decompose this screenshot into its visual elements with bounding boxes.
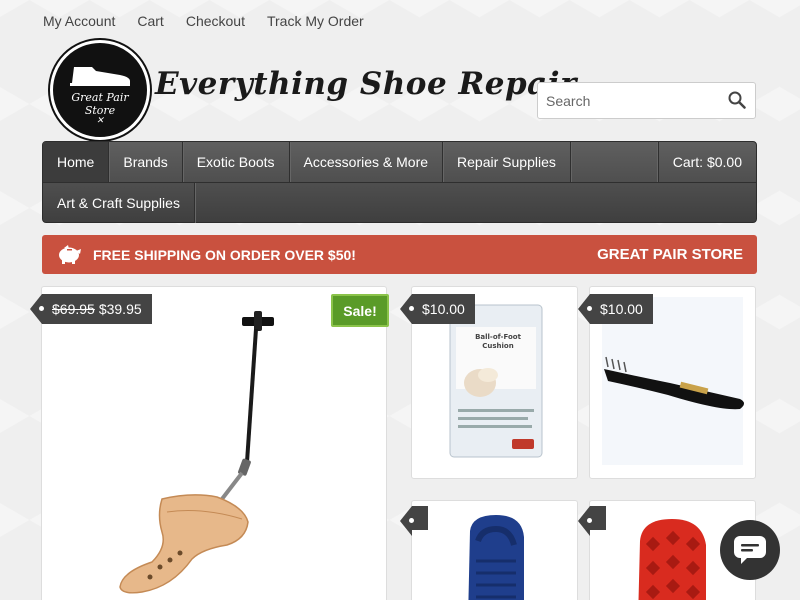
price-tag-product-4: [400, 506, 428, 536]
logo-text: Great Pair Store ✕: [71, 90, 129, 126]
nav-brands[interactable]: Brands: [109, 142, 183, 182]
sale-price: $39.95: [98, 301, 142, 317]
sale-badge: Sale!: [331, 294, 389, 327]
top-nav: My Account Cart Checkout Track My Order: [43, 13, 364, 29]
search-icon[interactable]: [728, 91, 746, 109]
site-title[interactable]: Everything Shoe Repair: [155, 66, 577, 102]
store-logo[interactable]: Great Pair Store ✕: [50, 40, 150, 140]
svg-text:Cushion: Cushion: [482, 342, 513, 350]
free-shipping-text: FREE SHIPPING ON ORDER OVER $50!: [93, 246, 356, 263]
banner-store-name: GREAT PAIR STORE: [597, 246, 743, 263]
track-order-link[interactable]: Track My Order: [267, 13, 364, 29]
svg-text:Ball-of-Foot: Ball-of-Foot: [475, 333, 522, 341]
shipping-banner: FREE SHIPPING ON ORDER OVER $50! GREAT P…: [42, 235, 757, 274]
price-tag-product-3: $10.00: [578, 294, 653, 324]
main-nav: Home Brands Exotic Boots Accessories & M…: [42, 141, 757, 223]
product-card-blue-sole[interactable]: [411, 500, 578, 600]
chat-button[interactable]: [720, 520, 780, 580]
nav-home[interactable]: Home: [43, 142, 110, 182]
piggy-bank-icon: [59, 244, 81, 264]
search-input[interactable]: [538, 83, 718, 118]
price-tag-product-5: [578, 506, 606, 536]
nav-repair-supplies[interactable]: Repair Supplies: [443, 142, 571, 182]
blue-sole-image: [468, 515, 524, 600]
nav-cart[interactable]: Cart: $0.00: [657, 142, 756, 182]
my-account-link[interactable]: My Account: [43, 13, 115, 29]
price-tag-product-2: $10.00: [400, 294, 475, 324]
shoe-tree-image: [119, 311, 274, 594]
price-tag-product-1: $69.95 $39.95: [30, 294, 152, 324]
checkout-link[interactable]: Checkout: [186, 13, 245, 29]
shoe-logo-icon: [70, 66, 130, 86]
nav-accessories[interactable]: Accessories & More: [290, 142, 444, 182]
cart-link[interactable]: Cart: [137, 13, 163, 29]
nav-exotic-boots[interactable]: Exotic Boots: [183, 142, 290, 182]
old-price: $69.95: [52, 301, 95, 317]
chat-bubble-icon: [734, 536, 766, 564]
nav-art-craft-supplies[interactable]: Art & Craft Supplies: [43, 183, 195, 223]
product-card-shoe-tree[interactable]: [41, 286, 387, 600]
search-box: [537, 82, 756, 119]
